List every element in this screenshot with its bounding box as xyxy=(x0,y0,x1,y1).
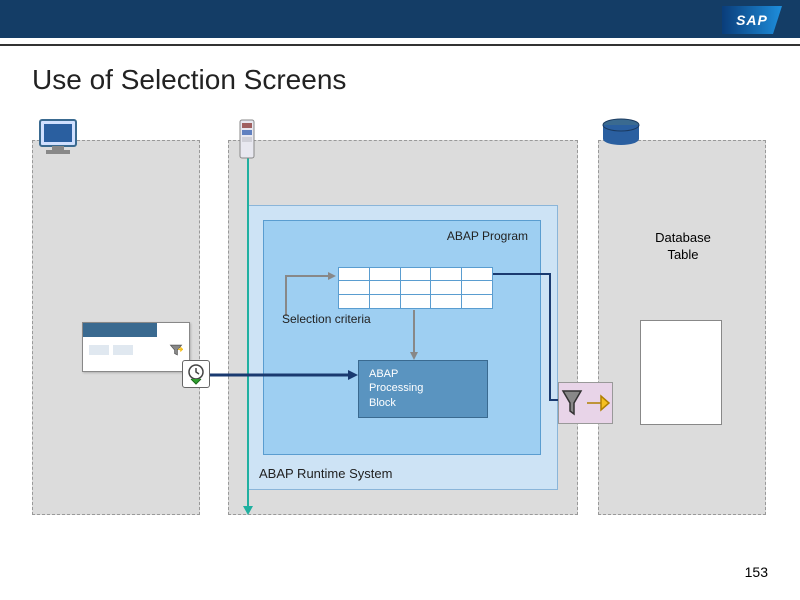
selection-criteria-label: Selection criteria xyxy=(282,312,371,326)
funnel-icon xyxy=(169,343,183,357)
processing-block: ABAP Processing Block xyxy=(358,360,488,418)
processing-block-label: ABAP Processing Block xyxy=(369,368,423,409)
sap-logo: SAP xyxy=(722,6,782,34)
input-field xyxy=(89,345,109,355)
page-title: Use of Selection Screens xyxy=(32,64,346,96)
selection-criteria-grid xyxy=(338,267,493,311)
header-bar: SAP xyxy=(0,0,800,38)
selection-screen-card xyxy=(82,322,190,372)
card-titlebar xyxy=(83,323,157,337)
abap-program-box: ABAP Program xyxy=(263,220,541,455)
header-divider xyxy=(0,44,800,46)
database-table-label: Database Table xyxy=(638,230,728,264)
filter-output-icon xyxy=(558,382,613,424)
monitor-icon xyxy=(38,118,82,163)
program-label: ABAP Program xyxy=(447,229,528,243)
execute-icon xyxy=(182,360,210,388)
database-table-box xyxy=(640,320,722,425)
page-number: 153 xyxy=(745,564,768,580)
input-field xyxy=(113,345,133,355)
database-cylinder-icon xyxy=(600,118,642,153)
runtime-label: ABAP Runtime System xyxy=(259,466,392,481)
server-icon xyxy=(237,118,259,167)
